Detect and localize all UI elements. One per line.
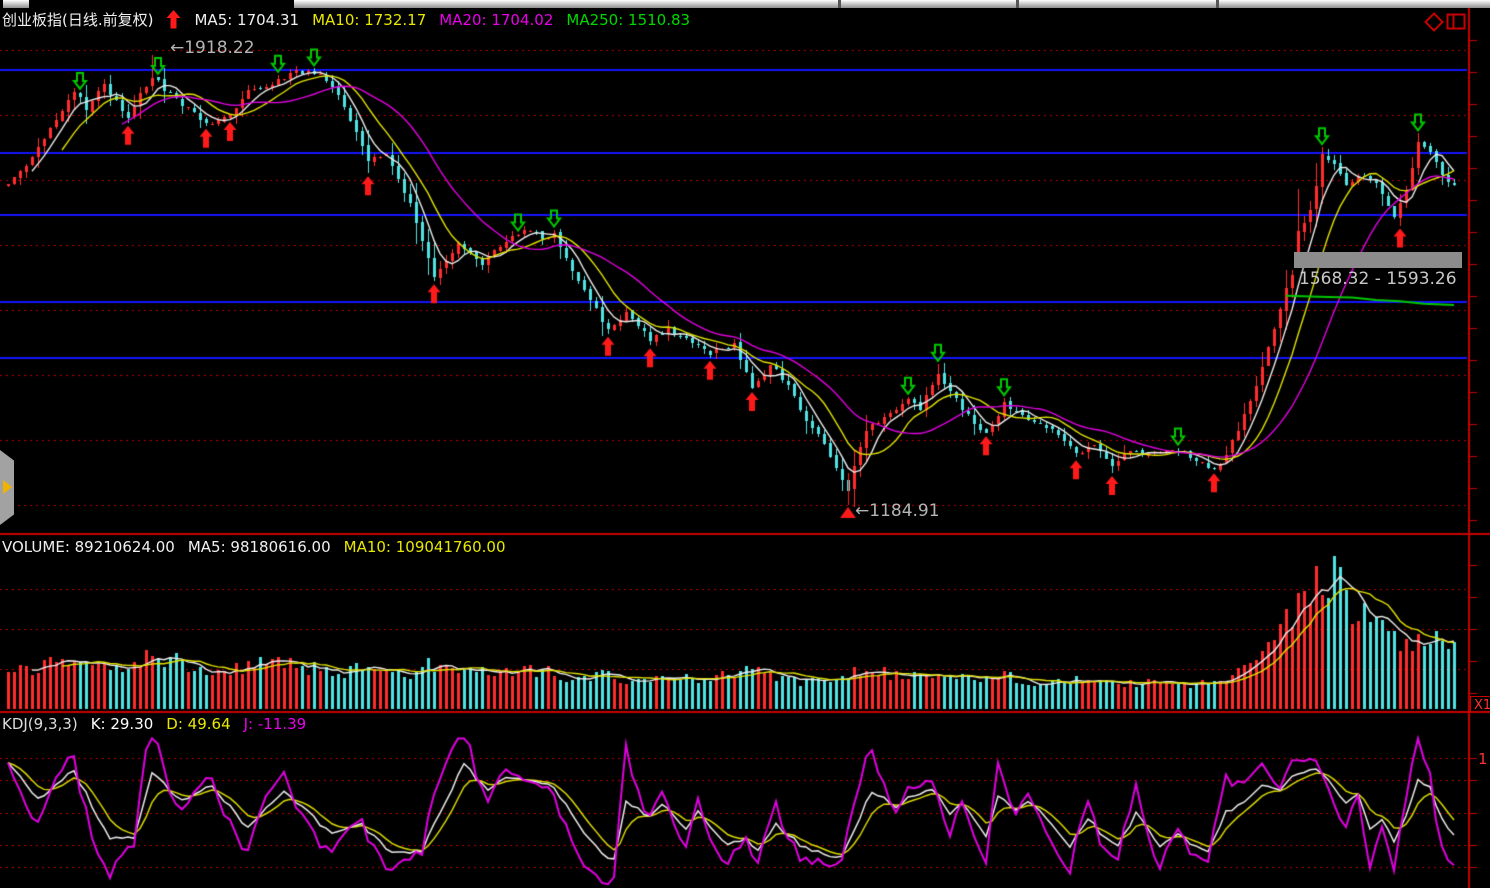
ma10-value-label: MA10: 1732.17: [312, 11, 426, 29]
volume-header: VOLUME: 89210624.00 MA5: 98180616.00 MA1…: [2, 538, 505, 556]
ma5-value-label: MA5: 1704.31: [194, 11, 299, 29]
period-low-label: ←1184.91: [855, 501, 940, 521]
gap-zone-box: [1294, 252, 1462, 268]
chart-canvas[interactable]: [0, 0, 1490, 888]
volume-ma5-label: MA5: 98180616.00: [188, 538, 331, 556]
gap-range-label: 1568.32 - 1593.26: [1299, 269, 1457, 289]
scrollbar-notch: [838, 0, 841, 8]
kdj-axis-100-label: 1: [1478, 750, 1488, 768]
volume-ma10-label: MA10: 109041760.00: [344, 538, 506, 556]
kdj-k-label: K: 29.30: [91, 715, 154, 733]
main-chart-header: 创业板指(日线.前复权) MA5: 1704.31 MA10: 1732.17 …: [2, 9, 690, 30]
trading-app-window: 创业板指(日线.前复权) MA5: 1704.31 MA10: 1732.17 …: [0, 0, 1490, 888]
split-window-icon[interactable]: [1446, 13, 1467, 31]
instrument-title: 创业板指(日线.前复权): [2, 9, 153, 30]
volume-value-label: VOLUME: 89210624.00: [2, 538, 175, 556]
kdj-j-label: J: -11.39: [244, 715, 307, 733]
expand-right-icon: [3, 480, 12, 494]
top-scrollbar[interactable]: [294, 0, 1490, 8]
top-left-tab[interactable]: [3, 0, 29, 8]
period-high-label: ←1918.22: [170, 38, 255, 58]
ma20-value-label: MA20: 1704.02: [439, 11, 553, 29]
kdj-header: KDJ(9,3,3) K: 29.30 D: 49.64 J: -11.39: [2, 715, 306, 733]
ma250-value-label: MA250: 1510.83: [566, 11, 690, 29]
x1-scale-button[interactable]: X1: [1470, 696, 1490, 713]
scrollbar-notch: [1016, 0, 1019, 8]
kdj-name-label: KDJ(9,3,3): [2, 715, 78, 733]
up-arrow-icon: [166, 10, 181, 29]
sidebar-expander-tab[interactable]: [0, 450, 14, 525]
scrollbar-notch: [1216, 0, 1219, 8]
kdj-d-label: D: 49.64: [166, 715, 230, 733]
